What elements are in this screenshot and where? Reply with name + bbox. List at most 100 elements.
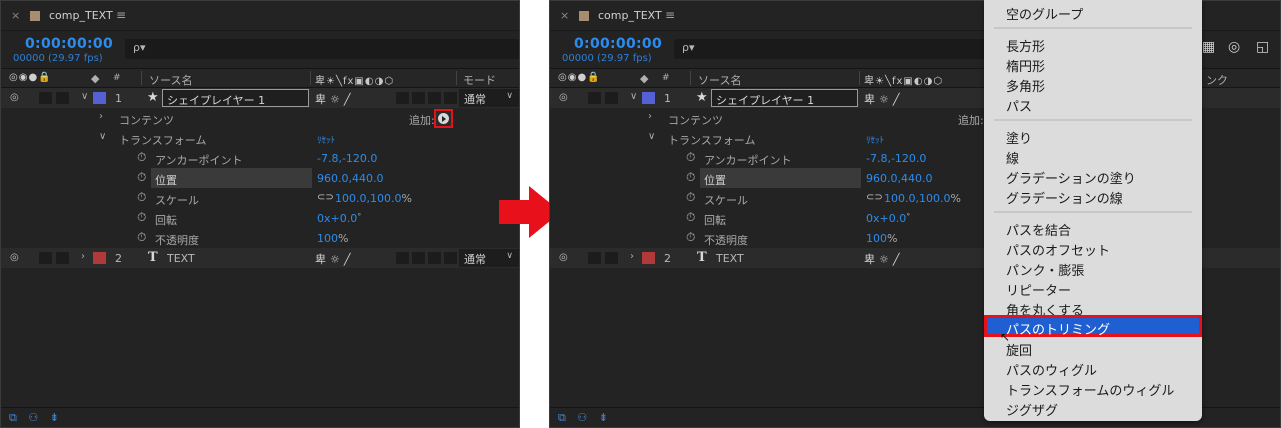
draft-3d-icon[interactable]: ◱ xyxy=(1256,39,1269,55)
menu-item-wiggle-paths[interactable]: パスのウィグル xyxy=(1006,360,1097,379)
prop-value[interactable]: -7.8,-120.0 xyxy=(317,152,377,165)
eye-icon[interactable]: ◎ xyxy=(10,92,19,103)
prop-position[interactable]: ⏱ 位置 960.0,440.0 xyxy=(1,168,519,188)
chevron-right-icon[interactable]: › xyxy=(81,251,85,262)
menu-item-merge-paths[interactable]: パスを結合 xyxy=(1006,220,1071,239)
add-context-menu[interactable]: 空のグループ 長方形 楕円形 多角形 パス 塗り 線 グラデーションの塗り グラ… xyxy=(984,0,1202,421)
stopwatch-icon[interactable]: ⏱ xyxy=(686,210,695,225)
menu-item-empty-group[interactable]: 空のグループ xyxy=(1006,4,1083,23)
stopwatch-icon[interactable]: ⏱ xyxy=(137,170,146,185)
prop-value[interactable]: 0x+0.0° xyxy=(866,212,910,225)
source-name-header[interactable]: ソース名 xyxy=(149,72,192,88)
panel-menu-icon[interactable]: ≡ xyxy=(116,8,126,22)
link-header[interactable]: ンク xyxy=(1206,72,1228,88)
close-tab-icon[interactable]: × xyxy=(11,9,20,22)
menu-item-repeater[interactable]: リピーター xyxy=(1006,280,1071,299)
current-time[interactable]: 0:00:00:00 xyxy=(25,36,113,52)
contents-row[interactable]: › コンテンツ 追加: xyxy=(1,108,519,128)
menu-item-trim-paths[interactable]: パスのトリミング xyxy=(984,315,1202,338)
source-name-header[interactable]: ソース名 xyxy=(698,72,741,88)
menu-item-fill[interactable]: 塗り xyxy=(1006,128,1032,147)
stopwatch-icon[interactable]: ⏱ xyxy=(137,230,146,245)
switch-box[interactable] xyxy=(428,252,441,264)
reset-link[interactable]: ﾘｾｯﾄ xyxy=(317,133,335,146)
prop-value[interactable]: 0x+0.0° xyxy=(317,212,361,225)
blend-mode-select[interactable]: 通常 ∨ xyxy=(459,89,519,107)
prop-value[interactable]: 100.0,100.0% xyxy=(335,192,412,205)
reset-link[interactable]: ﾘｾｯﾄ xyxy=(866,133,884,146)
menu-item-path[interactable]: パス xyxy=(1006,96,1032,115)
mode-header[interactable]: モード xyxy=(463,72,496,88)
layer-switches[interactable]: 卑☼╱ xyxy=(864,91,903,107)
prop-value[interactable]: 100% xyxy=(866,232,897,245)
stopwatch-icon[interactable]: ⏱ xyxy=(137,210,146,225)
prop-value[interactable]: 960.0,440.0 xyxy=(317,172,383,185)
close-tab-icon[interactable]: × xyxy=(560,9,569,22)
lock-toggle[interactable] xyxy=(56,92,69,104)
chevron-right-icon[interactable]: › xyxy=(648,111,652,122)
lock-toggle[interactable] xyxy=(56,252,69,264)
stopwatch-icon[interactable]: ⏱ xyxy=(686,190,695,205)
search-input[interactable]: ρ▾ xyxy=(125,39,519,59)
layer-name-field[interactable]: シェイプレイヤー 1 xyxy=(162,89,309,107)
prop-value[interactable]: 100.0,100.0% xyxy=(884,192,961,205)
stopwatch-icon[interactable]: ⏱ xyxy=(686,150,695,165)
audio-toggle[interactable] xyxy=(39,92,52,104)
layer-name[interactable]: TEXT xyxy=(167,252,195,265)
prop-opacity[interactable]: ⏱ 不透明度 100% xyxy=(1,228,519,248)
chevron-down-icon[interactable]: ∨ xyxy=(99,131,106,142)
menu-item-offset-paths[interactable]: パスのオフセット xyxy=(1006,240,1110,259)
eye-icon[interactable]: ◎ xyxy=(559,92,568,103)
audio-toggle[interactable] xyxy=(588,252,601,264)
prop-anchor-point[interactable]: ⏱ アンカーポイント -7.8,-120.0 xyxy=(1,148,519,168)
menu-item-ellipse[interactable]: 楕円形 xyxy=(1006,56,1045,75)
label-color-swatch[interactable] xyxy=(642,92,655,104)
label-color-swatch[interactable] xyxy=(93,252,106,264)
layer-switches[interactable]: 卑☼╱ xyxy=(864,251,903,267)
graph-editor-icon[interactable]: ▦ xyxy=(1202,39,1215,55)
menu-item-wiggle-transform[interactable]: トランスフォームのウィグル xyxy=(1006,380,1174,399)
switch-box[interactable] xyxy=(396,252,409,264)
layer-switches[interactable]: 卑☼╱ xyxy=(315,251,354,267)
menu-item-polystar[interactable]: 多角形 xyxy=(1006,76,1045,95)
switch-box[interactable] xyxy=(428,92,441,104)
stopwatch-icon[interactable]: ⏱ xyxy=(686,230,695,245)
chevron-down-icon[interactable]: ∨ xyxy=(648,131,655,142)
menu-item-pucker-bloat[interactable]: パンク・膨張 xyxy=(1006,260,1084,279)
tab-title[interactable]: comp_TEXT xyxy=(49,9,113,22)
eye-icon[interactable]: ◎ xyxy=(559,252,568,263)
link-icon[interactable]: ⊂⊃ xyxy=(317,192,334,203)
layer-row-1[interactable]: ◎ ∨ 1 ★ シェイプレイヤー 1 卑☼╱ 通常 ∨ xyxy=(1,88,519,108)
switch-box[interactable] xyxy=(412,252,425,264)
panel-menu-icon[interactable]: ≡ xyxy=(665,8,675,22)
layer-row-2[interactable]: ◎ › 2 T TEXT 卑☼╱ 通常 ∨ xyxy=(1,248,519,268)
menu-item-zig-zag[interactable]: ジグザグ xyxy=(1006,400,1058,419)
link-icon[interactable]: ⊂⊃ xyxy=(866,192,883,203)
prop-rotation[interactable]: ⏱ 回転 0x+0.0° xyxy=(1,208,519,228)
prop-value[interactable]: 100% xyxy=(317,232,348,245)
switch-box[interactable] xyxy=(444,92,457,104)
chevron-down-icon[interactable]: ∨ xyxy=(81,91,88,102)
audio-toggle[interactable] xyxy=(588,92,601,104)
tab-title[interactable]: comp_TEXT xyxy=(598,9,662,22)
eye-icon[interactable]: ◎ xyxy=(10,252,19,263)
prop-scale[interactable]: ⏱ スケール ⊂⊃ 100.0,100.0% xyxy=(1,188,519,208)
label-color-swatch[interactable] xyxy=(642,252,655,264)
prop-value[interactable]: 960.0,440.0 xyxy=(866,172,932,185)
menu-item-gradient-fill[interactable]: グラデーションの塗り xyxy=(1006,168,1136,187)
switch-box[interactable] xyxy=(396,92,409,104)
footer-icons[interactable]: ⧉ ⚇ ⇟ xyxy=(558,411,612,425)
lock-toggle[interactable] xyxy=(605,252,618,264)
blend-mode-select[interactable]: 通常 ∨ xyxy=(459,249,519,267)
audio-toggle[interactable] xyxy=(39,252,52,264)
stopwatch-icon[interactable]: ⏱ xyxy=(686,170,695,185)
motion-blur-icon[interactable]: ◎ xyxy=(1228,39,1240,55)
chevron-right-icon[interactable]: › xyxy=(99,111,103,122)
menu-item-stroke[interactable]: 線 xyxy=(1006,148,1019,167)
lock-toggle[interactable] xyxy=(605,92,618,104)
layer-name[interactable]: TEXT xyxy=(716,252,744,265)
label-color-swatch[interactable] xyxy=(93,92,106,104)
chevron-right-icon[interactable]: › xyxy=(630,251,634,262)
stopwatch-icon[interactable]: ⏱ xyxy=(137,190,146,205)
layer-name-field[interactable]: シェイプレイヤー 1 xyxy=(711,89,858,107)
